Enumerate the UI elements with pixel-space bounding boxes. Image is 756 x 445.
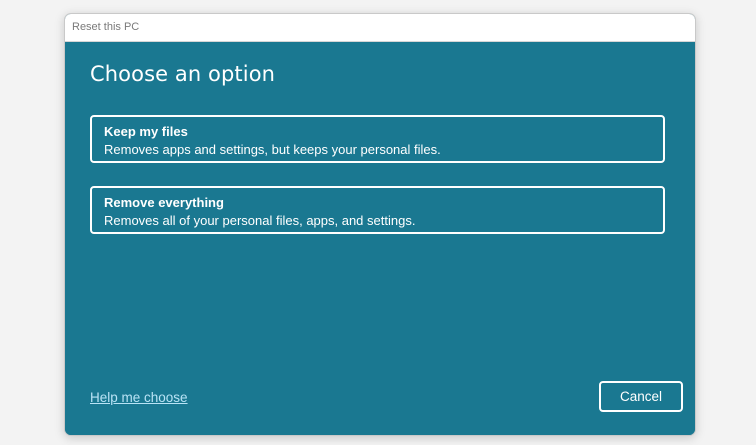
- title-bar: Reset this PC: [65, 14, 695, 42]
- page-title: Choose an option: [90, 62, 276, 86]
- keep-my-files-option[interactable]: Keep my files Removes apps and settings,…: [90, 115, 665, 163]
- option-title: Remove everything: [104, 195, 224, 210]
- option-description: Removes all of your personal files, apps…: [104, 213, 416, 228]
- option-description: Removes apps and settings, but keeps you…: [104, 142, 441, 157]
- remove-everything-option[interactable]: Remove everything Removes all of your pe…: [90, 186, 665, 234]
- help-me-choose-link[interactable]: Help me choose: [90, 390, 188, 405]
- cancel-button[interactable]: Cancel: [599, 381, 683, 412]
- dialog-content: Choose an option Keep my files Removes a…: [65, 42, 695, 435]
- option-title: Keep my files: [104, 124, 188, 139]
- window-title: Reset this PC: [72, 21, 140, 33]
- reset-pc-dialog: Reset this PC Choose an option Keep my f…: [64, 13, 696, 436]
